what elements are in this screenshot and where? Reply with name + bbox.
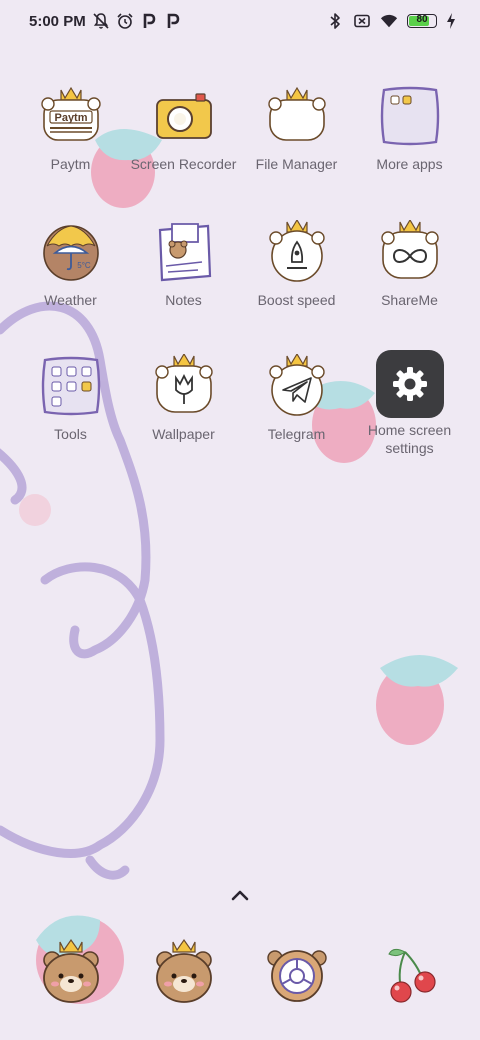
app-weather[interactable]: 5°C Weather bbox=[14, 220, 127, 309]
tulip-icon bbox=[152, 352, 216, 418]
cherry-icon bbox=[388, 948, 436, 1003]
dock-cherry-app[interactable] bbox=[375, 942, 445, 1012]
folder-bear-icon bbox=[265, 84, 329, 148]
bluetooth-icon bbox=[326, 12, 344, 30]
folder-icon bbox=[378, 84, 442, 148]
infinity-icon bbox=[378, 218, 442, 284]
wifi-icon bbox=[380, 12, 398, 30]
notes-bear-icon bbox=[152, 220, 216, 284]
app-label: ShareMe bbox=[381, 292, 438, 308]
dock-bear-app-2[interactable] bbox=[149, 938, 219, 1008]
status-right-icons: 80 bbox=[326, 12, 456, 30]
battery-icon: 80 bbox=[407, 14, 437, 28]
status-left-icons bbox=[92, 12, 182, 30]
status-bar: 5:00 PM 80 bbox=[0, 0, 480, 44]
gear-icon bbox=[392, 367, 427, 401]
app-wallpaper[interactable]: Wallpaper bbox=[127, 352, 240, 443]
dock-bear-app-1[interactable] bbox=[36, 938, 106, 1008]
app-home-screen-settings[interactable]: Home screen settings bbox=[353, 350, 466, 457]
app-drawer-arrow-icon[interactable] bbox=[228, 886, 252, 904]
app-label: Notes bbox=[165, 292, 202, 308]
paytm-p-icon bbox=[140, 12, 158, 30]
app-more-apps-folder[interactable]: More apps bbox=[353, 84, 466, 173]
bear-crown-icon bbox=[156, 938, 212, 1003]
camera-icon bbox=[152, 84, 216, 148]
app-shareme[interactable]: ShareMe bbox=[353, 218, 466, 309]
app-screen-recorder[interactable]: Screen Recorder bbox=[127, 84, 240, 173]
app-telegram[interactable]: Telegram bbox=[240, 352, 353, 443]
paytm-bear-icon: Paytm bbox=[39, 84, 103, 148]
weather-temp-text: 5°C bbox=[77, 261, 91, 270]
umbrella-cookie-icon: 5°C bbox=[39, 220, 103, 284]
bear-crown-icon bbox=[43, 938, 99, 1003]
pink-dot-decor bbox=[19, 494, 51, 526]
app-notes[interactable]: Notes bbox=[127, 220, 240, 309]
paytm-logo-text: Paytm bbox=[54, 112, 87, 124]
dock-browser[interactable] bbox=[262, 942, 332, 1012]
app-label: Weather bbox=[44, 292, 97, 308]
app-label: File Manager bbox=[255, 156, 338, 172]
app-label: Wallpaper bbox=[152, 426, 215, 442]
telegram-icon bbox=[265, 352, 329, 418]
strawberry-decor-3 bbox=[376, 655, 458, 745]
app-label: More apps bbox=[376, 156, 443, 172]
mute-notifications-icon bbox=[92, 12, 110, 30]
app-label: Telegram bbox=[267, 426, 326, 442]
settings-tile bbox=[375, 350, 444, 418]
tools-folder-icon bbox=[39, 354, 103, 418]
app-file-manager[interactable]: File Manager bbox=[240, 84, 353, 173]
app-label: Tools bbox=[54, 426, 87, 442]
app-tools-folder[interactable]: Tools bbox=[14, 354, 127, 443]
alarm-icon bbox=[116, 12, 134, 30]
app-label: Boost speed bbox=[257, 292, 336, 308]
app-paytm[interactable]: Paytm Paytm bbox=[14, 84, 127, 173]
app-boost-speed[interactable]: Boost speed bbox=[240, 218, 353, 309]
chrome-cookie-icon bbox=[267, 950, 327, 1002]
app-label: Home screen settings bbox=[367, 422, 452, 456]
no-sim-icon bbox=[353, 12, 371, 30]
app-label: Screen Recorder bbox=[130, 156, 237, 172]
battery-level: 80 bbox=[416, 14, 428, 25]
paytm-p-icon-2 bbox=[164, 12, 182, 30]
status-time: 5:00 PM bbox=[29, 13, 86, 30]
app-label: Paytm bbox=[50, 156, 91, 172]
rocket-icon bbox=[265, 218, 329, 284]
charging-icon bbox=[446, 12, 456, 30]
